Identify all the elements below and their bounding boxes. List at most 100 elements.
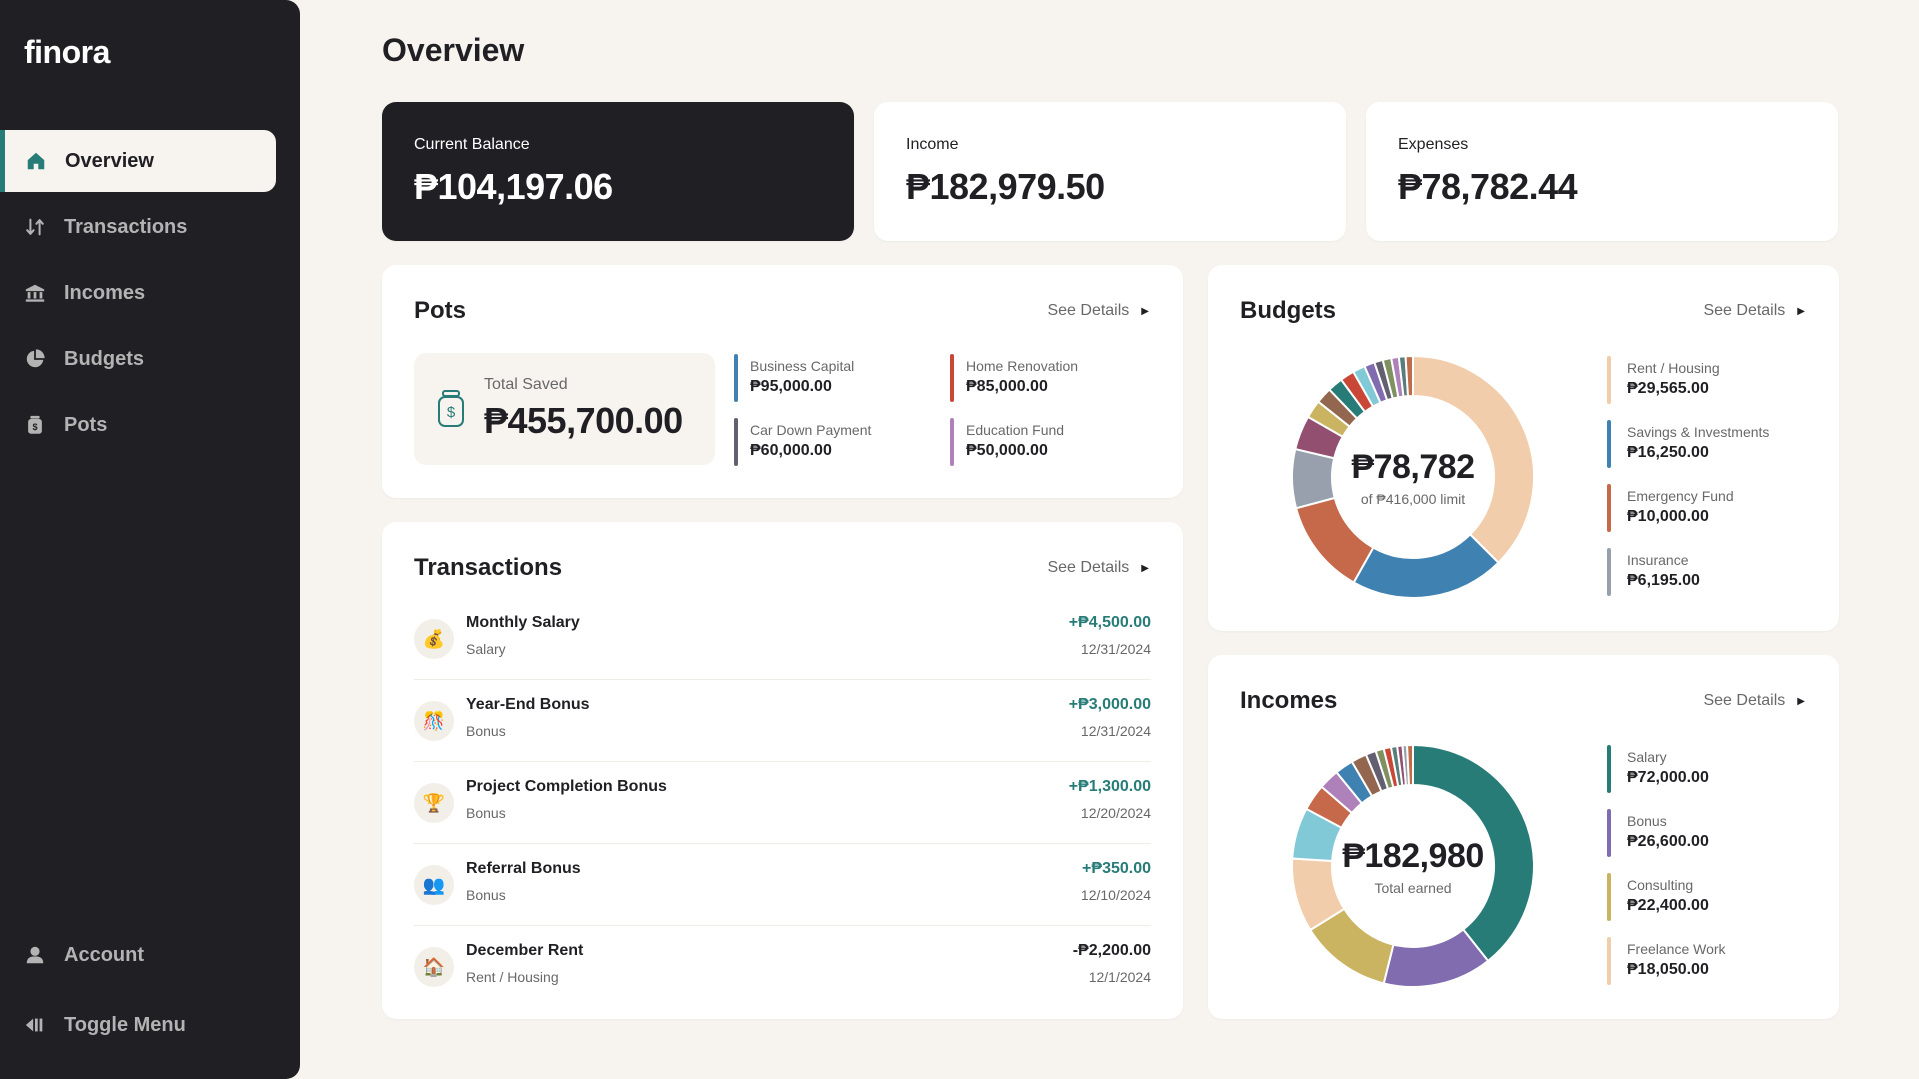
legend-name: Emergency Fund — [1627, 488, 1734, 504]
budgets-donut-chart: ₱78,782 of ₱416,000 limit — [1292, 356, 1534, 598]
transaction-row[interactable]: 👥 Referral Bonus Bonus +₱350.00 12/10/20… — [414, 844, 1151, 926]
total-saved-box: $ Total Saved ₱455,700.00 — [414, 353, 715, 465]
transaction-date: 12/31/2024 — [1080, 723, 1151, 739]
legend-amount: ₱6,195.00 — [1627, 572, 1700, 589]
transaction-date: 12/20/2024 — [1080, 805, 1151, 821]
legend-name: Bonus — [1627, 813, 1667, 829]
sidebar-item-transactions[interactable]: Transactions — [0, 196, 276, 258]
legend-item: Bonus ₱26,600.00 — [1607, 809, 1807, 857]
people-icon: 👥 — [414, 865, 454, 905]
see-details-link[interactable]: See Details ▶ — [1047, 559, 1149, 577]
transaction-date: 12/1/2024 — [1088, 969, 1151, 985]
incomes-caption: Total earned — [1374, 879, 1452, 896]
transaction-row[interactable]: 💰 Monthly Salary Salary +₱4,500.00 12/31… — [414, 598, 1151, 680]
incomes-donut-chart: ₱182,980 Total earned — [1292, 745, 1534, 987]
pot-color-bar — [950, 418, 954, 466]
income-card: Income ₱182,979.50 — [874, 102, 1346, 241]
incomes-card: Incomes See Details ▶ ₱182,980 Total earn… — [1208, 655, 1839, 1019]
toggle-menu-button[interactable]: Toggle Menu — [0, 994, 276, 1056]
trophy-icon: 🏆 — [414, 783, 454, 823]
transaction-row[interactable]: 🎊 Year-End Bonus Bonus +₱3,000.00 12/31/… — [414, 680, 1151, 762]
stat-value: ₱104,197.06 — [414, 166, 613, 207]
legend-item: Emergency Fund ₱10,000.00 — [1607, 484, 1807, 532]
collapse-arrow-icon — [24, 1014, 46, 1036]
transaction-amount: +₱4,500.00 — [1068, 614, 1151, 631]
legend-name: Freelance Work — [1627, 941, 1726, 957]
see-details-link[interactable]: See Details ▶ — [1703, 302, 1805, 320]
stat-value: ₱182,979.50 — [906, 166, 1105, 207]
legend-amount: ₱18,050.00 — [1627, 961, 1709, 978]
sidebar-item-overview[interactable]: Overview — [0, 130, 276, 192]
account-button[interactable]: Account — [0, 924, 276, 986]
legend-amount: ₱10,000.00 — [1627, 508, 1709, 525]
total-saved-value: ₱455,700.00 — [484, 400, 683, 441]
pot-item: Car Down Payment ₱60,000.00 — [734, 418, 934, 466]
svg-text:$: $ — [447, 404, 456, 421]
sidebar-item-label: Transactions — [64, 215, 188, 238]
caret-right-icon: ▶ — [1797, 695, 1805, 707]
legend-color-bar — [1607, 873, 1611, 921]
toggle-menu-label: Toggle Menu — [64, 1013, 186, 1036]
total-saved-label: Total Saved — [484, 376, 568, 393]
caret-right-icon: ▶ — [1141, 305, 1149, 317]
legend-item: Consulting ₱22,400.00 — [1607, 873, 1807, 921]
sidebar-item-label: Overview — [65, 149, 154, 172]
legend-name: Rent / Housing — [1627, 360, 1720, 376]
pot-name: Home Renovation — [966, 358, 1079, 374]
svg-text:$: $ — [32, 422, 37, 432]
see-details-label: See Details — [1047, 559, 1130, 576]
caret-right-icon: ▶ — [1797, 305, 1805, 317]
legend-color-bar — [1607, 484, 1611, 532]
transaction-name: Monthly Salary — [466, 614, 580, 631]
legend-item: Rent / Housing ₱29,565.00 — [1607, 356, 1807, 404]
transaction-amount: +₱3,000.00 — [1068, 696, 1151, 713]
legend-color-bar — [1607, 809, 1611, 857]
bank-icon — [24, 282, 46, 304]
pot-color-bar — [734, 418, 738, 466]
pot-item: Education Fund ₱50,000.00 — [950, 418, 1150, 466]
budgets-limit: of ₱416,000 limit — [1360, 490, 1466, 507]
user-icon — [24, 944, 46, 966]
legend-name: Salary — [1627, 749, 1667, 765]
donut-center: ₱182,980 Total earned — [1292, 745, 1534, 987]
transaction-amount: -₱2,200.00 — [1072, 942, 1151, 959]
transaction-amount: +₱1,300.00 — [1068, 778, 1151, 795]
pot-amount: ₱95,000.00 — [750, 378, 832, 395]
card-title: Transactions — [414, 554, 563, 581]
see-details-link[interactable]: See Details ▶ — [1047, 302, 1149, 320]
current-balance-card: Current Balance ₱104,197.06 — [382, 102, 854, 241]
sidebar-item-incomes[interactable]: Incomes — [0, 262, 276, 324]
legend-name: Consulting — [1627, 877, 1694, 893]
transaction-name: Referral Bonus — [466, 860, 581, 877]
sidebar-item-budgets[interactable]: Budgets — [0, 328, 276, 390]
transaction-row[interactable]: 🏠 December Rent Rent / Housing -₱2,200.0… — [414, 926, 1151, 1008]
stat-label: Current Balance — [414, 136, 530, 153]
legend-color-bar — [1607, 420, 1611, 468]
stat-label: Income — [906, 136, 959, 153]
app-logo[interactable]: finora — [24, 34, 110, 71]
incomes-total: ₱182,980 — [1342, 836, 1484, 875]
transaction-name: Year-End Bonus — [466, 696, 590, 713]
sidebar-item-pots[interactable]: $ Pots — [0, 394, 276, 456]
transaction-category: Rent / Housing — [466, 969, 559, 985]
legend-color-bar — [1607, 548, 1611, 596]
budgets-total: ₱78,782 — [1351, 447, 1475, 486]
transaction-date: 12/31/2024 — [1080, 641, 1151, 657]
sidebar: finora Overview Transactions Incomes Bud… — [0, 0, 300, 1079]
legend-amount: ₱72,000.00 — [1627, 769, 1709, 786]
see-details-link[interactable]: See Details ▶ — [1703, 692, 1805, 710]
transaction-row[interactable]: 🏆 Project Completion Bonus Bonus +₱1,300… — [414, 762, 1151, 844]
celebration-icon: 🎊 — [414, 701, 454, 741]
pot-color-bar — [950, 354, 954, 402]
transaction-name: Project Completion Bonus — [466, 778, 667, 795]
legend-item: Savings & Investments ₱16,250.00 — [1607, 420, 1807, 468]
transaction-category: Bonus — [466, 887, 506, 903]
legend-amount: ₱29,565.00 — [1627, 380, 1709, 397]
transaction-category: Salary — [466, 641, 506, 657]
pot-amount: ₱50,000.00 — [966, 442, 1048, 459]
money-jar-icon: $ — [24, 414, 46, 436]
transaction-category: Bonus — [466, 723, 506, 739]
arrows-updown-icon — [24, 216, 46, 238]
legend-color-bar — [1607, 937, 1611, 985]
transaction-amount: +₱350.00 — [1082, 860, 1151, 877]
